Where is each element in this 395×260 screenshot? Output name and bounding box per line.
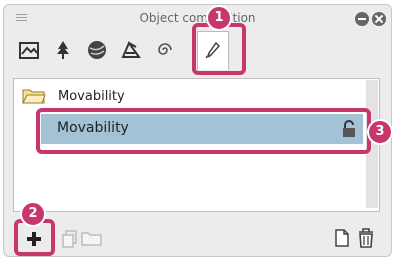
sphere-icon xyxy=(88,41,106,59)
folder-label: Movability xyxy=(58,89,125,104)
folder-icon xyxy=(22,89,46,104)
tab-sphere[interactable] xyxy=(82,34,112,66)
list-item-folder[interactable]: Movability xyxy=(14,85,379,109)
new-page-icon[interactable] xyxy=(334,228,350,248)
tab-layer-background[interactable] xyxy=(14,34,44,66)
duplicate-icon[interactable] xyxy=(61,229,79,249)
tab-tree[interactable] xyxy=(48,34,78,66)
tree-icon xyxy=(57,41,69,59)
tab-spiral[interactable] xyxy=(150,34,180,66)
bottom-toolbar xyxy=(0,222,395,257)
close-icon[interactable] xyxy=(372,12,386,26)
callout-1-badge: 1 xyxy=(206,5,232,31)
callout-3-highlight xyxy=(36,108,371,154)
spiral-icon xyxy=(158,43,172,55)
perspective-icon xyxy=(121,40,141,58)
trash-icon[interactable] xyxy=(356,226,376,250)
layer-background-icon xyxy=(19,42,39,59)
tab-perspective[interactable] xyxy=(116,34,146,66)
minimize-icon[interactable] xyxy=(355,12,369,26)
folder-add-icon[interactable] xyxy=(80,229,104,247)
callout-2-badge: 2 xyxy=(20,201,46,227)
callout-3-badge: 3 xyxy=(367,119,393,145)
